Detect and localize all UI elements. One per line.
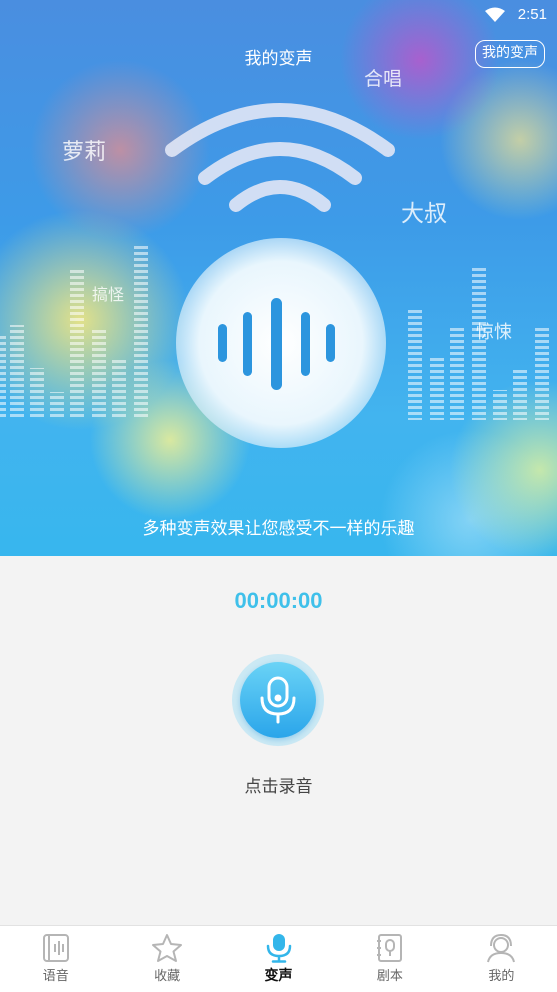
sound-wave-icon	[218, 298, 335, 390]
tab-voice-changer-label: 变声	[264, 968, 293, 984]
label-uncle: 大叔	[401, 201, 447, 227]
script-book-icon	[376, 934, 402, 962]
tab-script[interactable]: 剧本	[334, 926, 445, 992]
hero-banner: 2:51 我的变声 我的变声 合唱 萝莉 大叔 搞怪 惊悚 多种变声效果让您感受…	[0, 0, 557, 556]
label-funny: 搞怪	[92, 285, 125, 304]
page-title: 我的变声	[244, 49, 313, 69]
my-voice-changes-button[interactable]: 我的变声	[475, 40, 545, 68]
record-action-label: 点击录音	[244, 777, 313, 797]
tab-script-label: 剧本	[376, 969, 403, 984]
microphone-icon	[260, 676, 296, 724]
voice-book-icon	[42, 934, 69, 962]
bottom-tab-bar: 语音 收藏 变声 剧本 我的	[0, 925, 557, 992]
tab-favorites[interactable]: 收藏	[111, 926, 222, 992]
label-loli: 萝莉	[62, 140, 107, 165]
record-timer: 00:00:00	[234, 588, 323, 613]
star-icon	[152, 934, 183, 962]
record-button[interactable]	[240, 662, 316, 738]
status-bar: 2:51	[0, 0, 557, 30]
equalizer-left-decoration	[0, 244, 148, 420]
broadcast-waves-icon	[165, 103, 395, 212]
tab-mine-label: 我的	[488, 969, 515, 984]
label-chorus: 合唱	[364, 68, 403, 90]
tab-mine[interactable]: 我的	[446, 926, 557, 992]
tab-voice-changer[interactable]: 变声	[223, 926, 334, 992]
tab-voice-label: 语音	[42, 969, 69, 984]
status-time: 2:51	[517, 6, 547, 23]
user-headset-icon	[487, 933, 516, 963]
label-thriller: 惊悚	[476, 322, 512, 343]
tab-favorites-label: 收藏	[154, 969, 181, 984]
microphone-icon	[266, 934, 291, 963]
wifi-status-icon	[485, 7, 505, 22]
tab-voice[interactable]: 语音	[0, 926, 111, 992]
hero-caption: 多种变声效果让您感受不一样的乐趣	[142, 519, 415, 539]
